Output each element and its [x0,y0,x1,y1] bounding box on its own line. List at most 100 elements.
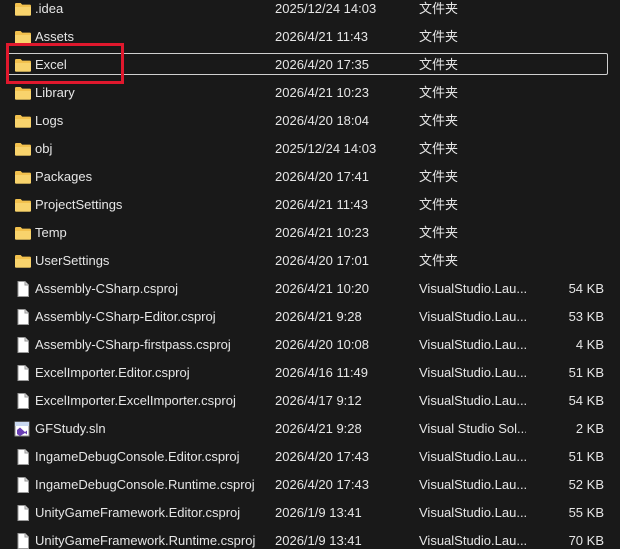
file-name: Assembly-CSharp-firstpass.csproj [35,337,231,352]
file-date-modified: 2026/4/20 17:43 [275,449,369,464]
file-type: Visual Studio Sol... [419,421,526,436]
file-name: Temp [35,225,67,240]
file-name: IngameDebugConsole.Runtime.csproj [35,477,255,492]
file-size: 53 KB [568,309,604,324]
file-row[interactable]: obj 2025/12/24 14:03 文件夹 [0,135,620,163]
file-name: Assembly-CSharp.csproj [35,281,179,296]
file-row[interactable]: Assembly-CSharp-firstpass.csproj 2026/4/2… [0,331,620,359]
file-row[interactable]: ProjectSettings 2026/4/21 11:43 文件夹 [0,191,620,219]
file-name: Packages [35,169,93,184]
file-type: 文件夹 [419,141,459,156]
folder-icon [14,85,32,101]
file-date-modified: 2026/4/16 11:49 [275,365,369,380]
file-size: 54 KB [568,393,604,408]
document-icon [14,309,32,325]
file-name: Library [35,85,75,100]
file-row[interactable]: .idea 2025/12/24 14:03 文件夹 [0,0,620,23]
file-row[interactable]: Assets 2026/4/21 11:43 文件夹 [0,23,620,51]
file-date-modified: 2026/4/20 18:04 [275,113,369,128]
file-name: Assets [35,29,75,44]
document-icon [14,337,32,353]
file-row[interactable]: ExcelImporter.Editor.csproj 2026/4/16 11:… [0,359,620,387]
file-date-modified: 2026/4/21 11:43 [275,29,369,44]
file-date-modified: 2026/1/9 13:41 [275,505,362,520]
file-date-modified: 2025/12/24 14:03 [275,141,377,156]
file-type: VisualStudio.Lau... [419,477,526,492]
folder-icon [14,29,32,45]
file-date-modified: 2026/4/20 17:35 [275,57,369,72]
file-name: obj [35,141,53,156]
file-name: IngameDebugConsole.Editor.csproj [35,449,240,464]
file-type: 文件夹 [419,57,459,72]
file-date-modified: 2026/4/21 9:28 [275,421,362,436]
file-date-modified: 2026/4/21 11:43 [275,197,369,212]
file-date-modified: 2025/12/24 14:03 [275,1,377,16]
file-row[interactable]: Packages 2026/4/20 17:41 文件夹 [0,163,620,191]
file-date-modified: 2026/4/17 9:12 [275,393,362,408]
file-name: Logs [35,113,64,128]
file-list: .idea 2025/12/24 14:03 文件夹 Assets 2026/4/21 … [0,0,620,549]
file-row[interactable]: IngameDebugConsole.Editor.csproj 2026/4/2… [0,443,620,471]
file-type: VisualStudio.Lau... [419,505,526,520]
file-type: 文件夹 [419,1,459,16]
file-type: VisualStudio.Lau... [419,533,526,548]
file-type: VisualStudio.Lau... [419,281,526,296]
document-icon [14,505,32,521]
file-name: UnityGameFramework.Editor.csproj [35,505,241,520]
file-row[interactable]: Assembly-CSharp-Editor.csproj 2026/4/21 9… [0,303,620,331]
file-date-modified: 2026/4/21 9:28 [275,309,362,324]
file-name: ExcelImporter.Editor.csproj [35,365,190,380]
file-name: .idea [35,1,64,16]
file-row[interactable]: UserSettings 2026/4/20 17:01 文件夹 [0,247,620,275]
file-name: ProjectSettings [35,197,123,212]
file-row[interactable]: Library 2026/4/21 10:23 文件夹 [0,79,620,107]
file-type: 文件夹 [419,85,459,100]
file-type: VisualStudio.Lau... [419,337,526,352]
file-row[interactable]: Logs 2026/4/20 18:04 文件夹 [0,107,620,135]
file-date-modified: 2026/4/21 10:23 [275,85,369,100]
folder-icon [14,225,32,241]
file-date-modified: 2026/4/20 17:41 [275,169,369,184]
file-row[interactable]: Assembly-CSharp.csproj 2026/4/21 10:20 Vis… [0,275,620,303]
file-type: 文件夹 [419,169,459,184]
file-type: VisualStudio.Lau... [419,449,526,464]
document-icon [14,393,32,409]
file-row[interactable]: Excel 2026/4/20 17:35 文件夹 [0,51,620,79]
folder-icon [14,1,32,17]
file-name: ExcelImporter.ExcelImporter.csproj [35,393,236,408]
file-row[interactable]: UnityGameFramework.Runtime.csproj 2026/1/… [0,527,620,549]
file-size: 52 KB [568,477,604,492]
file-row[interactable]: ExcelImporter.ExcelImporter.csproj 2026/4… [0,387,620,415]
file-date-modified: 2026/4/20 17:43 [275,477,369,492]
file-row[interactable]: UnityGameFramework.Editor.csproj 2026/1/9… [0,499,620,527]
file-size: 70 KB [568,533,604,548]
file-name: UnityGameFramework.Runtime.csproj [35,533,256,548]
folder-icon [14,57,32,73]
file-type: 文件夹 [419,197,459,212]
file-type: 文件夹 [419,253,459,268]
folder-icon [14,197,32,213]
file-type: 文件夹 [419,225,459,240]
file-type: VisualStudio.Lau... [419,365,526,380]
file-size: 51 KB [568,449,604,464]
folder-icon [14,253,32,269]
file-name: GFStudy.sln [35,421,106,436]
file-size: 4 KB [575,337,604,352]
document-icon [14,533,32,549]
visual-studio-solution-icon [14,421,32,437]
folder-icon [14,169,32,185]
file-name: UserSettings [35,253,110,268]
file-size: 54 KB [568,281,604,296]
file-type: 文件夹 [419,113,459,128]
file-row[interactable]: GFStudy.sln 2026/4/21 9:28 Visual Studio S… [0,415,620,443]
file-type: 文件夹 [419,29,459,44]
file-type: VisualStudio.Lau... [419,309,526,324]
file-date-modified: 2026/4/21 10:23 [275,225,369,240]
document-icon [14,365,32,381]
file-size: 55 KB [568,505,604,520]
file-size: 2 KB [575,421,604,436]
folder-icon [14,113,32,129]
file-row[interactable]: Temp 2026/4/21 10:23 文件夹 [0,219,620,247]
file-date-modified: 2026/4/21 10:20 [275,281,369,296]
file-row[interactable]: IngameDebugConsole.Runtime.csproj 2026/4/… [0,471,620,499]
